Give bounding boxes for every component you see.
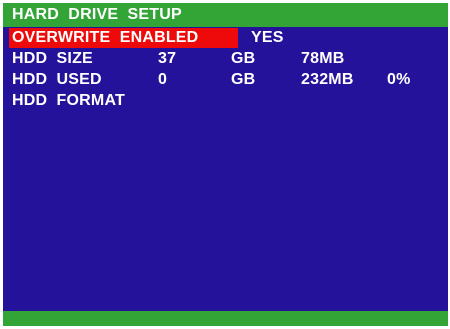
footer-bar xyxy=(3,311,448,326)
hdd-size-unit: GB xyxy=(231,50,256,67)
hdd-format-item[interactable]: HDD FORMAT xyxy=(12,92,125,110)
hdd-used-amount: 0 xyxy=(158,71,168,88)
hdd-used-mb: 232MB xyxy=(301,71,354,88)
hdd-size-label: HDD SIZE xyxy=(12,50,93,67)
overwrite-enabled-item[interactable]: OVERWRITE ENABLED xyxy=(12,29,198,47)
hdd-size-mb: 78MB xyxy=(301,50,345,67)
hdd-size-amount: 37 xyxy=(158,50,177,67)
dvr-osd-screen: HARD DRIVE SETUP OVERWRITE ENABLED YES H… xyxy=(3,3,448,326)
page-title: HARD DRIVE SETUP xyxy=(12,6,182,23)
hdd-used-unit: GB xyxy=(231,71,256,88)
overwrite-enabled-value[interactable]: YES xyxy=(251,29,284,47)
hdd-used-percent: 0% xyxy=(387,71,411,88)
hdd-used-label: HDD USED xyxy=(12,71,102,88)
